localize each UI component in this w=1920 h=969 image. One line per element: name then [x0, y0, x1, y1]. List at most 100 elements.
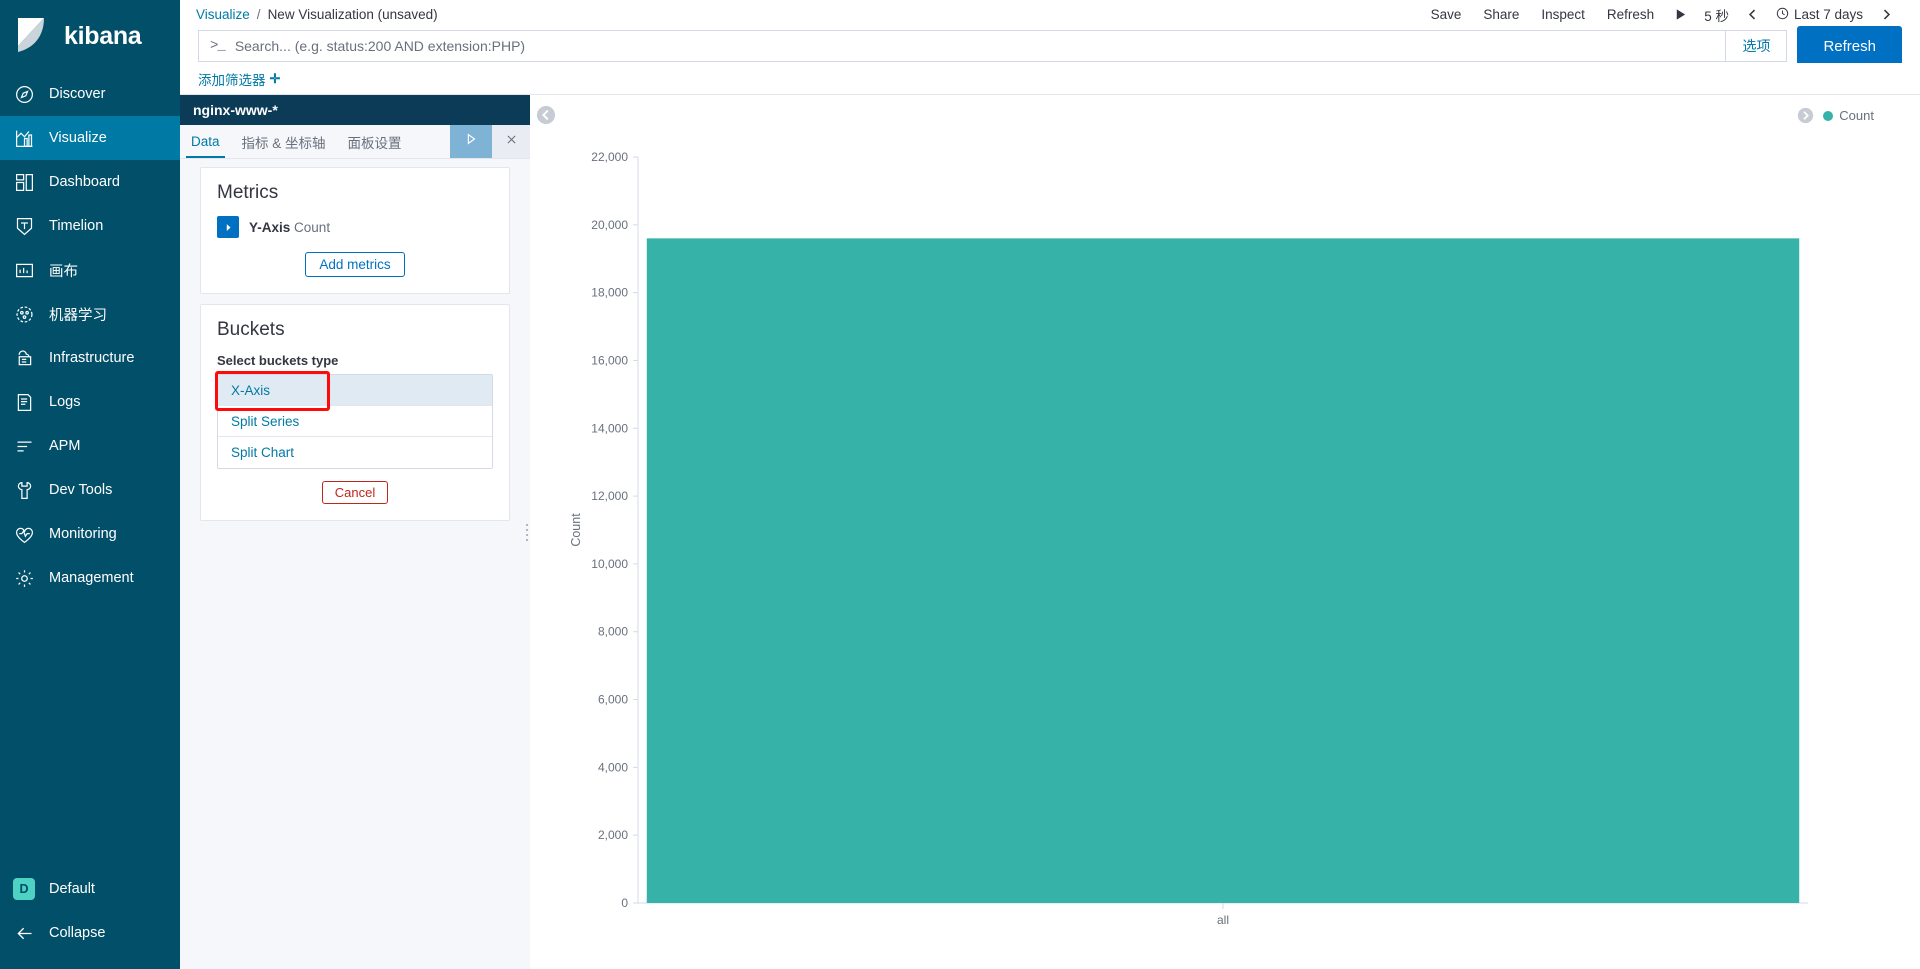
svg-text:6,000: 6,000 — [598, 693, 628, 707]
kibana-logo-icon — [14, 16, 54, 56]
gear-icon — [13, 567, 35, 589]
inspect-button[interactable]: Inspect — [1530, 0, 1596, 29]
apm-icon — [13, 435, 35, 457]
arrow-left-icon — [13, 922, 35, 944]
refresh-button[interactable]: Refresh — [1797, 26, 1902, 66]
sidebar-item-label: Management — [49, 570, 134, 586]
save-button[interactable]: Save — [1420, 0, 1473, 29]
index-pattern-header: nginx-www-* — [180, 95, 530, 125]
infrastructure-icon — [13, 347, 35, 369]
chevron-right-icon[interactable] — [217, 216, 239, 238]
svg-text:22,000: 22,000 — [591, 150, 628, 164]
buckets-title: Buckets — [217, 319, 285, 340]
share-button[interactable]: Share — [1472, 0, 1530, 29]
sidebar-item-monitoring[interactable]: Monitoring — [0, 512, 180, 556]
bucket-option-x-axis[interactable]: X-Axis — [218, 375, 492, 406]
sidebar-item-label: Monitoring — [49, 526, 117, 542]
query-prompt-icon: >_ — [210, 38, 226, 54]
svg-text:8,000: 8,000 — [598, 625, 628, 639]
sidebar-item-label: Infrastructure — [49, 350, 135, 366]
bucket-option-split-chart[interactable]: Split Chart — [218, 437, 492, 468]
sidebar-item-apm[interactable]: APM — [0, 424, 180, 468]
breadcrumb-current: New Visualization (unsaved) — [267, 7, 438, 22]
tab-metrics-axes[interactable]: 指标 & 坐标轴 — [231, 125, 337, 158]
svg-text:2,000: 2,000 — [598, 828, 628, 842]
editor-tabs-spacer — [413, 125, 450, 158]
tab-data[interactable]: Data — [180, 125, 231, 158]
breadcrumb: Visualize / New Visualization (unsaved) — [196, 7, 438, 22]
sidebar-item-label: Timelion — [49, 218, 104, 234]
query-options-button[interactable]: 选项 — [1726, 30, 1788, 62]
space-badge: D — [13, 878, 35, 900]
sidebar-item-label: 画布 — [49, 263, 78, 280]
add-filter-label: 添加筛选器 — [198, 72, 266, 88]
chevron-left-icon[interactable] — [1737, 8, 1768, 21]
metric-label: Y-Axis Count — [249, 220, 330, 235]
chevron-right-icon[interactable] — [1871, 8, 1902, 21]
search-input[interactable] — [234, 38, 1715, 54]
add-filter-button[interactable]: 添加筛选器 ✛ — [198, 69, 280, 89]
sidebar-collapse-button[interactable]: Collapse — [0, 911, 180, 955]
time-range-picker[interactable]: Last 7 days — [1768, 7, 1871, 23]
logs-icon — [13, 391, 35, 413]
apply-changes-button[interactable] — [450, 125, 492, 158]
metric-row[interactable]: Y-Axis Count — [217, 216, 493, 238]
editor-resize-handle[interactable] — [523, 95, 530, 969]
wrench-icon — [13, 479, 35, 501]
sidebar-footer: D Default Collapse — [0, 867, 180, 969]
editor-scroll-area[interactable]: Metrics Y-Axis Count Add metrics Buckets… — [180, 159, 530, 969]
main-region: Visualize / New Visualization (unsaved) … — [180, 0, 1920, 969]
sidebar-item-dev-tools[interactable]: Dev Tools — [0, 468, 180, 512]
cancel-button[interactable]: Cancel — [321, 481, 389, 504]
canvas-icon — [13, 259, 35, 281]
sidebar-item-label: Visualize — [49, 130, 107, 146]
metric-axis-label: Y-Axis — [249, 219, 291, 235]
timelion-icon — [13, 215, 35, 237]
plus-icon: ✛ — [269, 70, 281, 86]
svg-text:20,000: 20,000 — [591, 218, 628, 232]
collapse-label: Collapse — [49, 925, 106, 941]
sidebar-item-timelion[interactable]: Timelion — [0, 204, 180, 248]
cancel-row: Cancel — [217, 481, 493, 504]
sidebar-item-machine-learning[interactable]: 机器学习 — [0, 292, 180, 336]
query-input-wrapper: >_ — [198, 30, 1727, 62]
chevron-left-circle-icon[interactable] — [536, 105, 556, 125]
auto-refresh-interval[interactable]: 5 秒 — [1696, 5, 1737, 25]
svg-text:0: 0 — [621, 896, 628, 910]
sidebar-item-discover[interactable]: Discover — [0, 72, 180, 116]
add-metrics-row: Add metrics — [217, 252, 493, 277]
chart-legend: Count — [1797, 107, 1874, 124]
sidebar-item-visualize[interactable]: Visualize — [0, 116, 180, 160]
svg-text:4,000: 4,000 — [598, 760, 628, 774]
legend-color-swatch — [1823, 110, 1834, 121]
refresh-menu-button[interactable]: Refresh — [1596, 0, 1665, 29]
svg-text:18,000: 18,000 — [591, 286, 628, 300]
metrics-card: Metrics Y-Axis Count Add metrics — [200, 167, 510, 294]
chevron-right-circle-icon[interactable] — [1797, 107, 1814, 124]
sidebar-item-label: Dashboard — [49, 174, 120, 190]
svg-text:12,000: 12,000 — [591, 489, 628, 503]
svg-text:16,000: 16,000 — [591, 353, 628, 367]
machine-learning-icon — [13, 303, 35, 325]
tab-panel-settings[interactable]: 面板设置 — [337, 125, 413, 158]
play-icon[interactable] — [1665, 8, 1696, 21]
sidebar-item-dashboard[interactable]: Dashboard — [0, 160, 180, 204]
sidebar-item-canvas[interactable]: 画布 — [0, 248, 180, 292]
visualization-area: Count 0 2,000 4,000 6,000 8,000 10,000 12,000 1… — [530, 95, 1920, 969]
svg-text:10,000: 10,000 — [591, 557, 628, 571]
kibana-logo[interactable]: kibana — [0, 0, 180, 72]
sidebar-item-infrastructure[interactable]: Infrastructure — [0, 336, 180, 380]
time-range-label: Last 7 days — [1793, 7, 1863, 22]
chart-canvas: 0 2,000 4,000 6,000 8,000 10,000 12,000 14,000 1… — [530, 95, 1920, 969]
query-bar: >_ 选项 Refresh — [180, 26, 1920, 66]
bucket-option-split-series[interactable]: Split Series — [218, 406, 492, 437]
sidebar-item-logs[interactable]: Logs — [0, 380, 180, 424]
breadcrumb-visualize-link[interactable]: Visualize — [196, 7, 250, 22]
legend-item-count[interactable]: Count — [1823, 108, 1874, 123]
visualization-editor-panel: nginx-www-* Data 指标 & 坐标轴 面板设置 Metrics Y… — [180, 95, 530, 969]
space-selector[interactable]: D Default — [0, 867, 180, 911]
sidebar-item-management[interactable]: Management — [0, 556, 180, 600]
visualize-bar-icon — [13, 127, 35, 149]
add-metrics-button[interactable]: Add metrics — [305, 252, 405, 277]
top-action-bar: Visualize / New Visualization (unsaved) … — [180, 0, 1920, 29]
